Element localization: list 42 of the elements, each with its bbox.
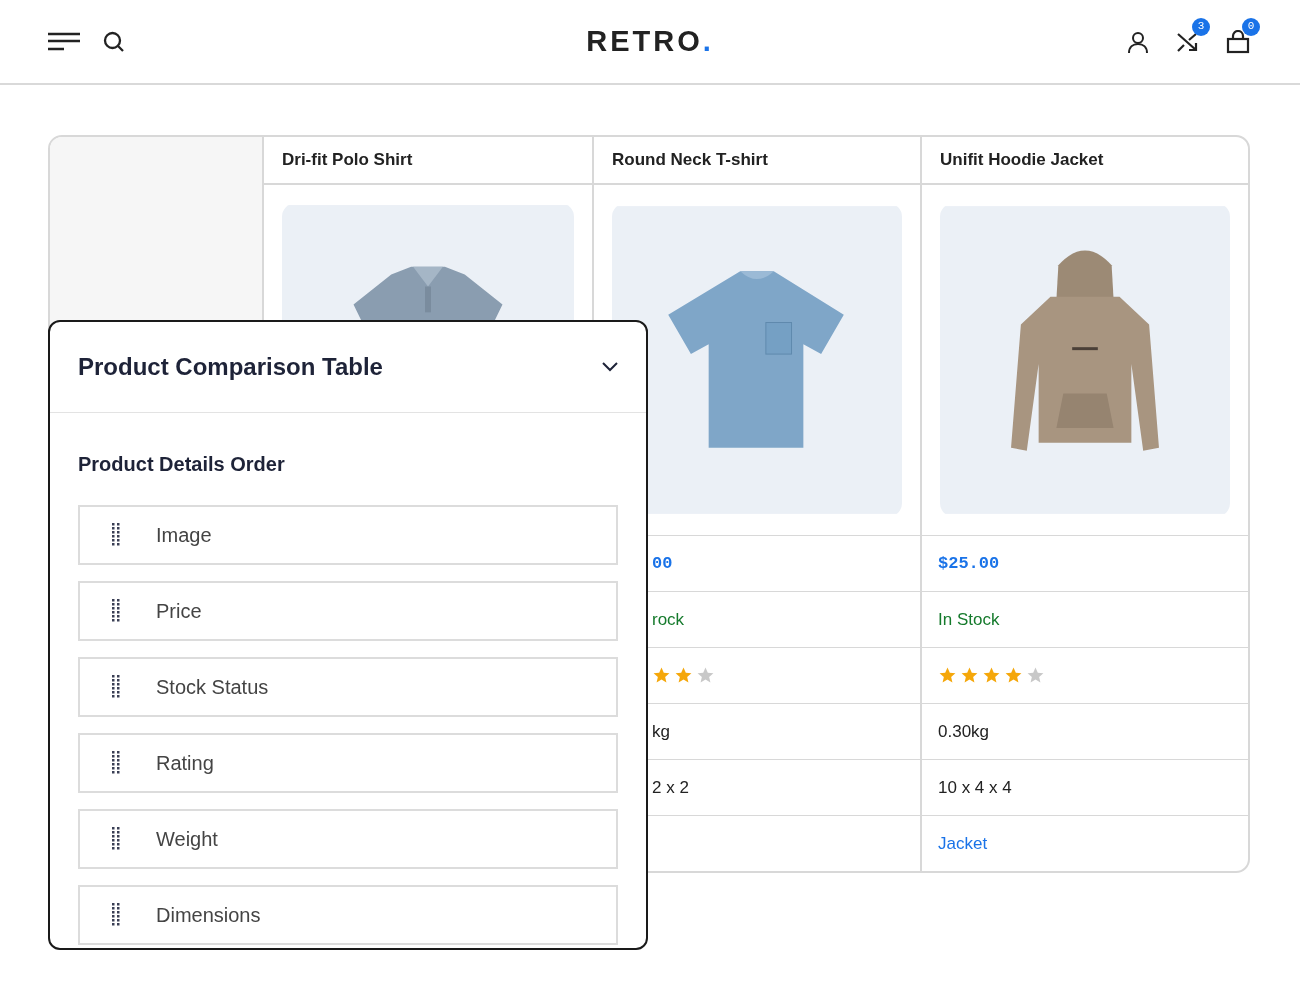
star-icon — [652, 666, 671, 685]
menu-icon[interactable] — [48, 31, 80, 52]
count-badge: 0 — [1242, 17, 1260, 36]
search-icon[interactable] — [102, 29, 126, 54]
product-name: Round Neck T-shirt — [612, 149, 768, 172]
user-icon[interactable] — [1126, 29, 1150, 54]
product-name: Unifit Hoodie Jacket — [940, 149, 1104, 172]
count-badge: 3 — [1192, 17, 1210, 36]
sortable-item[interactable]: Dimensions — [78, 885, 618, 945]
drag-handle-icon[interactable] — [112, 675, 120, 699]
drag-handle-icon[interactable] — [112, 523, 120, 547]
dimensions: 2 x 2 — [652, 776, 689, 799]
stock-status: rock — [652, 608, 685, 631]
star-icon — [938, 666, 957, 685]
drag-handle-icon[interactable] — [112, 599, 120, 623]
sortable-item[interactable]: Rating — [78, 733, 618, 793]
sortable-item[interactable]: Weight — [78, 809, 618, 869]
star-icon — [696, 666, 715, 685]
star-icon — [982, 666, 1001, 685]
star-icon — [960, 666, 979, 685]
star-icon — [1004, 666, 1023, 685]
star-icon — [1026, 666, 1045, 685]
panel-title: Product Comparison Table — [78, 352, 383, 382]
sortable-item[interactable]: Price — [78, 581, 618, 641]
price: 00 — [652, 552, 673, 575]
drag-handle-icon[interactable] — [112, 903, 120, 927]
logo[interactable]: RETRO. — [586, 19, 714, 64]
shopping-bag-icon[interactable] — [1226, 29, 1250, 54]
drag-handle-icon[interactable] — [112, 751, 120, 775]
sortable-item[interactable]: Stock Status — [78, 657, 618, 717]
stock-status: In Stock — [938, 608, 1000, 631]
chevron-down-icon[interactable] — [602, 362, 618, 372]
price: $25.00 — [938, 552, 1000, 575]
product-name: Dri-fit Polo Shirt — [282, 149, 413, 172]
category-link[interactable]: Jacket — [938, 830, 988, 857]
dimensions: 10 x 4 x 4 — [938, 776, 1012, 799]
drag-handle-icon[interactable] — [112, 827, 120, 851]
section-title: Product Details Order — [78, 452, 286, 477]
sortable-item[interactable]: Image — [78, 505, 618, 565]
star-icon — [674, 666, 693, 685]
weight: 0.30kg — [938, 720, 990, 743]
weight: kg — [652, 720, 670, 743]
